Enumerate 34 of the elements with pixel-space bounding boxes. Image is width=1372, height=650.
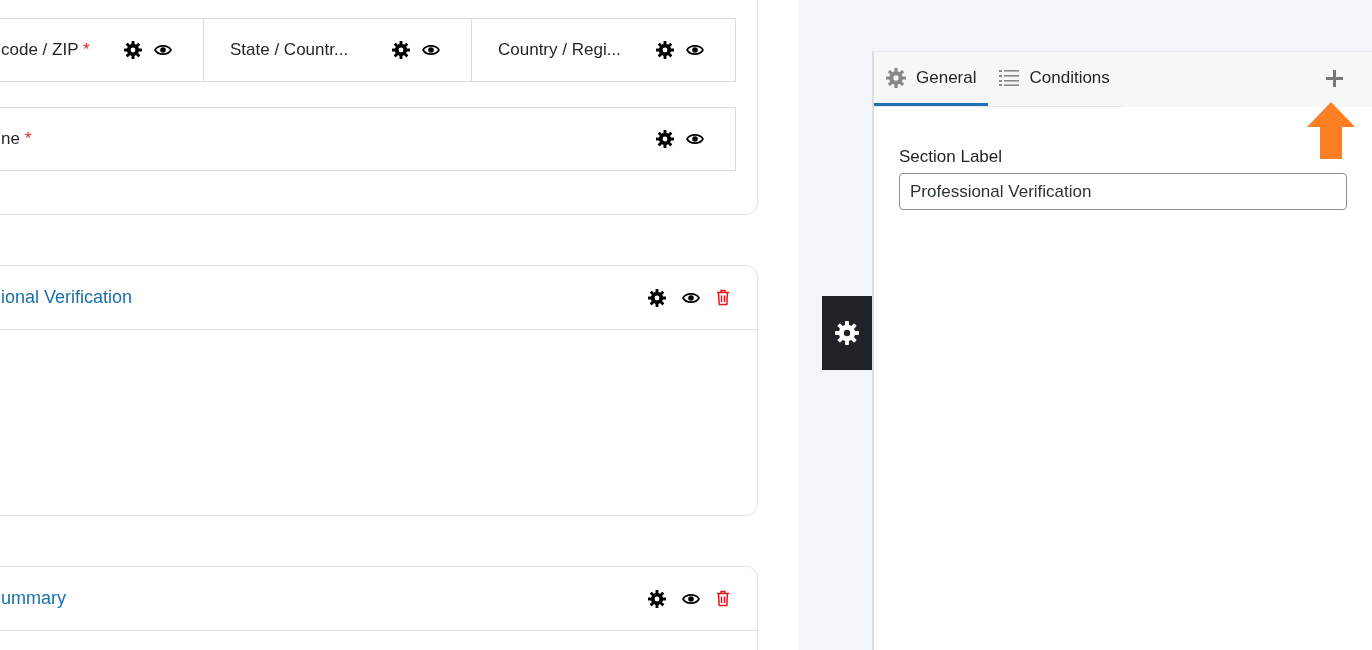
form-field[interactable]: Country / Regi... [471,18,736,82]
form-field[interactable]: code / ZIP * [0,18,204,82]
panel-tab[interactable]: Conditions [988,52,1122,106]
settings-icon[interactable] [835,321,859,345]
settings-toggle-button[interactable] [822,296,872,370]
field-label: Country / Regi... [498,40,622,60]
settings-icon[interactable] [648,288,666,307]
field-label: State / Countr... [230,40,350,60]
section-title: ummary [1,588,67,609]
trash-icon[interactable] [716,289,730,306]
field-label: Section Label [899,147,1004,167]
section-title: ional Verification [1,287,134,308]
add-icon[interactable] [1325,69,1344,88]
trash-icon[interactable] [716,590,730,607]
settings-icon[interactable] [392,41,410,59]
section-label-input[interactable]: Professional Verification [899,173,1347,210]
form-field[interactable]: ne * [0,107,736,171]
form-field[interactable]: State / Countr... [203,18,472,82]
panel-tab[interactable]: General [874,52,989,106]
settings-icon[interactable] [648,589,666,608]
eye-icon[interactable] [682,592,700,605]
settings-icon[interactable] [656,130,674,148]
gear-icon[interactable] [886,67,906,88]
eye-icon[interactable] [154,44,172,56]
eye-icon[interactable] [682,291,700,304]
eye-icon[interactable] [686,133,704,145]
annotation-arrow [1306,102,1356,159]
eye-icon[interactable] [686,44,704,56]
field-label: ne * [1,129,33,149]
settings-icon[interactable] [124,41,142,59]
list-icon [999,68,1020,87]
settings-icon[interactable] [656,41,674,59]
field-label: code / ZIP * [1,40,91,60]
eye-icon[interactable] [422,44,440,56]
